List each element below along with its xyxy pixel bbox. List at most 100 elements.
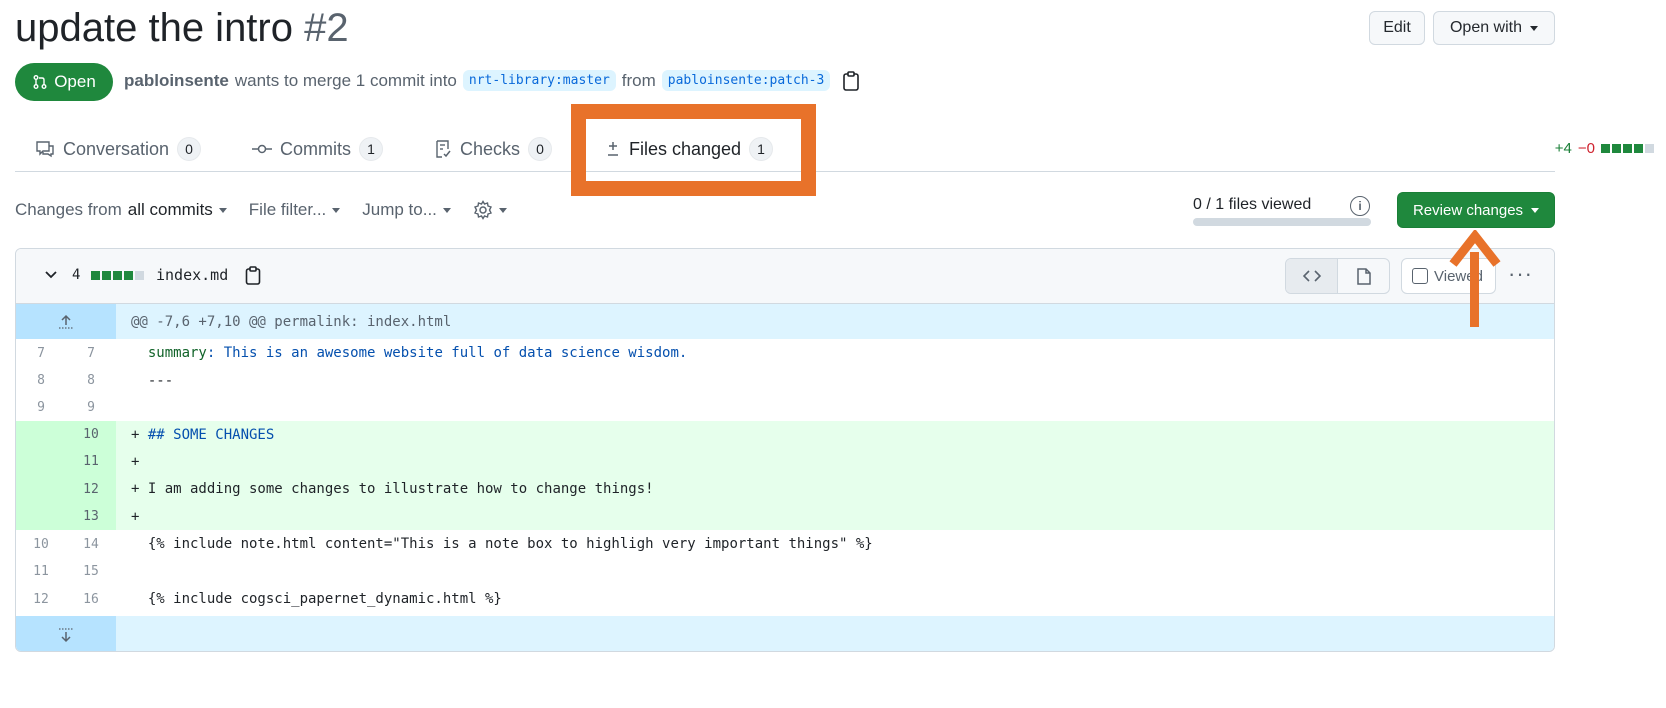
old-line-number[interactable]: 11	[16, 558, 66, 585]
old-line-number[interactable]: 7	[16, 339, 66, 367]
new-line-number[interactable]: 15	[66, 558, 116, 585]
expand-down-icon[interactable]	[16, 616, 116, 651]
chevron-down-icon[interactable]	[44, 268, 58, 282]
new-line-number[interactable]: 10	[66, 421, 116, 448]
open-with-label: Open with	[1449, 19, 1523, 36]
code-text: {% include note.html content="This is a …	[131, 536, 873, 552]
diff-line-added: 11 +	[16, 448, 1554, 475]
diff-line-context: 88 ---	[16, 367, 1554, 394]
file-icon	[1356, 267, 1371, 285]
copy-icon[interactable]	[245, 266, 261, 285]
hunk-footer-row	[16, 616, 1554, 651]
file-name-link[interactable]: index.md	[156, 266, 228, 284]
yaml-value: : This is an awesome website full of dat…	[206, 345, 688, 361]
code-line: {% include cogsci_papernet_dynamic.html …	[116, 585, 1554, 613]
diffstat: +4 −0	[1555, 140, 1654, 157]
tab-label: Checks	[460, 138, 521, 159]
file-diff: 4 index.md Viewed ··· @@ -7,6 +7,10 @@ p…	[15, 248, 1555, 652]
hunk-header-text: @@ -7,6 +7,10 @@ permalink: index.html	[131, 313, 452, 330]
tab-conversation[interactable]: Conversation 0	[35, 127, 202, 171]
old-line-number[interactable]: 12	[16, 585, 66, 613]
comment-icon	[36, 141, 54, 158]
new-line-number[interactable]: 12	[66, 475, 116, 503]
yaml-key: summary	[147, 345, 207, 361]
code-line: + ## SOME CHANGES	[131, 426, 275, 443]
settings-dropdown[interactable]	[473, 200, 507, 220]
changes-from-label: Changes from	[15, 200, 122, 219]
head-branch[interactable]: pabloinsente:patch-3	[661, 70, 831, 91]
code-line: {% include note.html content="This is a …	[116, 530, 1554, 558]
old-line-number[interactable]: 10	[16, 530, 66, 558]
old-line-number[interactable]: 8	[16, 367, 66, 394]
all-commits-label: all commits	[127, 200, 213, 219]
tab-counter: 1	[359, 137, 383, 161]
file-filter-label: File filter...	[248, 200, 327, 219]
pull-request-icon	[33, 75, 47, 89]
diff-toolbar: Changes from all commits File filter... …	[15, 200, 507, 220]
diffstat-blocks	[1601, 144, 1654, 153]
jump-to-label: Jump to...	[362, 200, 437, 219]
state-label: Open	[54, 72, 96, 91]
files-viewed-progress	[1193, 218, 1371, 226]
base-branch[interactable]: nrt-library:master	[462, 70, 616, 91]
diff-line-context: 10 14 {% include note.html content="This …	[16, 530, 1554, 558]
from-text: from	[621, 70, 656, 90]
new-line-number[interactable]: 9	[66, 394, 116, 421]
tab-counter: 0	[528, 137, 553, 161]
jump-to-dropdown[interactable]: Jump to...	[362, 200, 451, 220]
new-line-number[interactable]: 16	[66, 585, 116, 613]
state-badge: Open	[15, 63, 113, 101]
chevron-down-icon	[442, 207, 451, 213]
copy-icon[interactable]	[842, 70, 860, 91]
checklist-icon	[436, 140, 451, 158]
viewed-checkbox[interactable]	[1412, 268, 1428, 284]
page-title: update the intro #2	[15, 6, 349, 51]
tab-label: Conversation	[63, 138, 170, 159]
old-line-number[interactable]	[16, 448, 66, 475]
rich-view-button[interactable]	[1338, 259, 1389, 293]
new-line-number[interactable]: 7	[66, 339, 116, 367]
file-diffstat-blocks	[91, 271, 144, 280]
new-line-number[interactable]: 8	[66, 367, 116, 394]
new-line-number[interactable]: 11	[66, 448, 116, 475]
old-line-number[interactable]	[16, 475, 66, 503]
author-link[interactable]: pabloinsente	[124, 71, 229, 91]
annotation-arrow-head	[1449, 230, 1501, 267]
old-line-number[interactable]	[16, 503, 66, 530]
code-text: {% include cogsci_papernet_dynamic.html …	[131, 591, 502, 607]
tab-commits[interactable]: Commits 1	[252, 127, 383, 171]
pr-number: #2	[304, 6, 349, 50]
changes-from-dropdown[interactable]: Changes from all commits	[15, 200, 227, 220]
annotation-highlight-box	[571, 104, 816, 196]
open-with-button[interactable]: Open with	[1433, 11, 1555, 45]
new-line-number[interactable]: 14	[66, 530, 116, 558]
code-line: summary: This is an awesome website full…	[116, 339, 1554, 367]
old-line-number[interactable]: 9	[16, 394, 66, 421]
code-text: I am adding some changes to illustrate h…	[147, 481, 654, 497]
diff-line-context: 12 16 {% include cogsci_papernet_dynamic.…	[16, 585, 1554, 613]
file-change-count: 4	[72, 267, 81, 283]
chevron-down-icon	[332, 207, 341, 213]
code-view-button[interactable]	[1286, 259, 1338, 293]
info-icon[interactable]: i	[1350, 196, 1370, 216]
additions-count: +4	[1554, 140, 1572, 157]
expand-up-icon[interactable]	[16, 304, 116, 339]
old-line-number[interactable]	[16, 421, 66, 448]
review-changes-button[interactable]: Review changes	[1397, 192, 1555, 228]
tab-checks[interactable]: Checks 0	[434, 127, 553, 171]
code-icon	[1302, 270, 1321, 282]
diff-line-added: 13 +	[16, 503, 1554, 530]
diff-line-context: 99	[16, 394, 1554, 421]
file-filter-dropdown[interactable]: File filter...	[248, 200, 341, 220]
file-header: 4 index.md Viewed ···	[16, 249, 1554, 304]
code-line: +	[131, 453, 148, 470]
files-viewed-count: 0 / 1 files viewed	[1193, 196, 1312, 213]
chevron-down-icon	[218, 207, 227, 213]
code-line: ---	[116, 367, 1554, 394]
new-line-number[interactable]: 13	[66, 503, 116, 530]
chevron-down-icon	[498, 207, 507, 213]
chevron-down-icon	[1530, 25, 1539, 31]
code-line: +	[131, 508, 148, 525]
kebab-menu-icon[interactable]: ···	[1508, 261, 1533, 287]
edit-button[interactable]: Edit	[1369, 11, 1425, 45]
